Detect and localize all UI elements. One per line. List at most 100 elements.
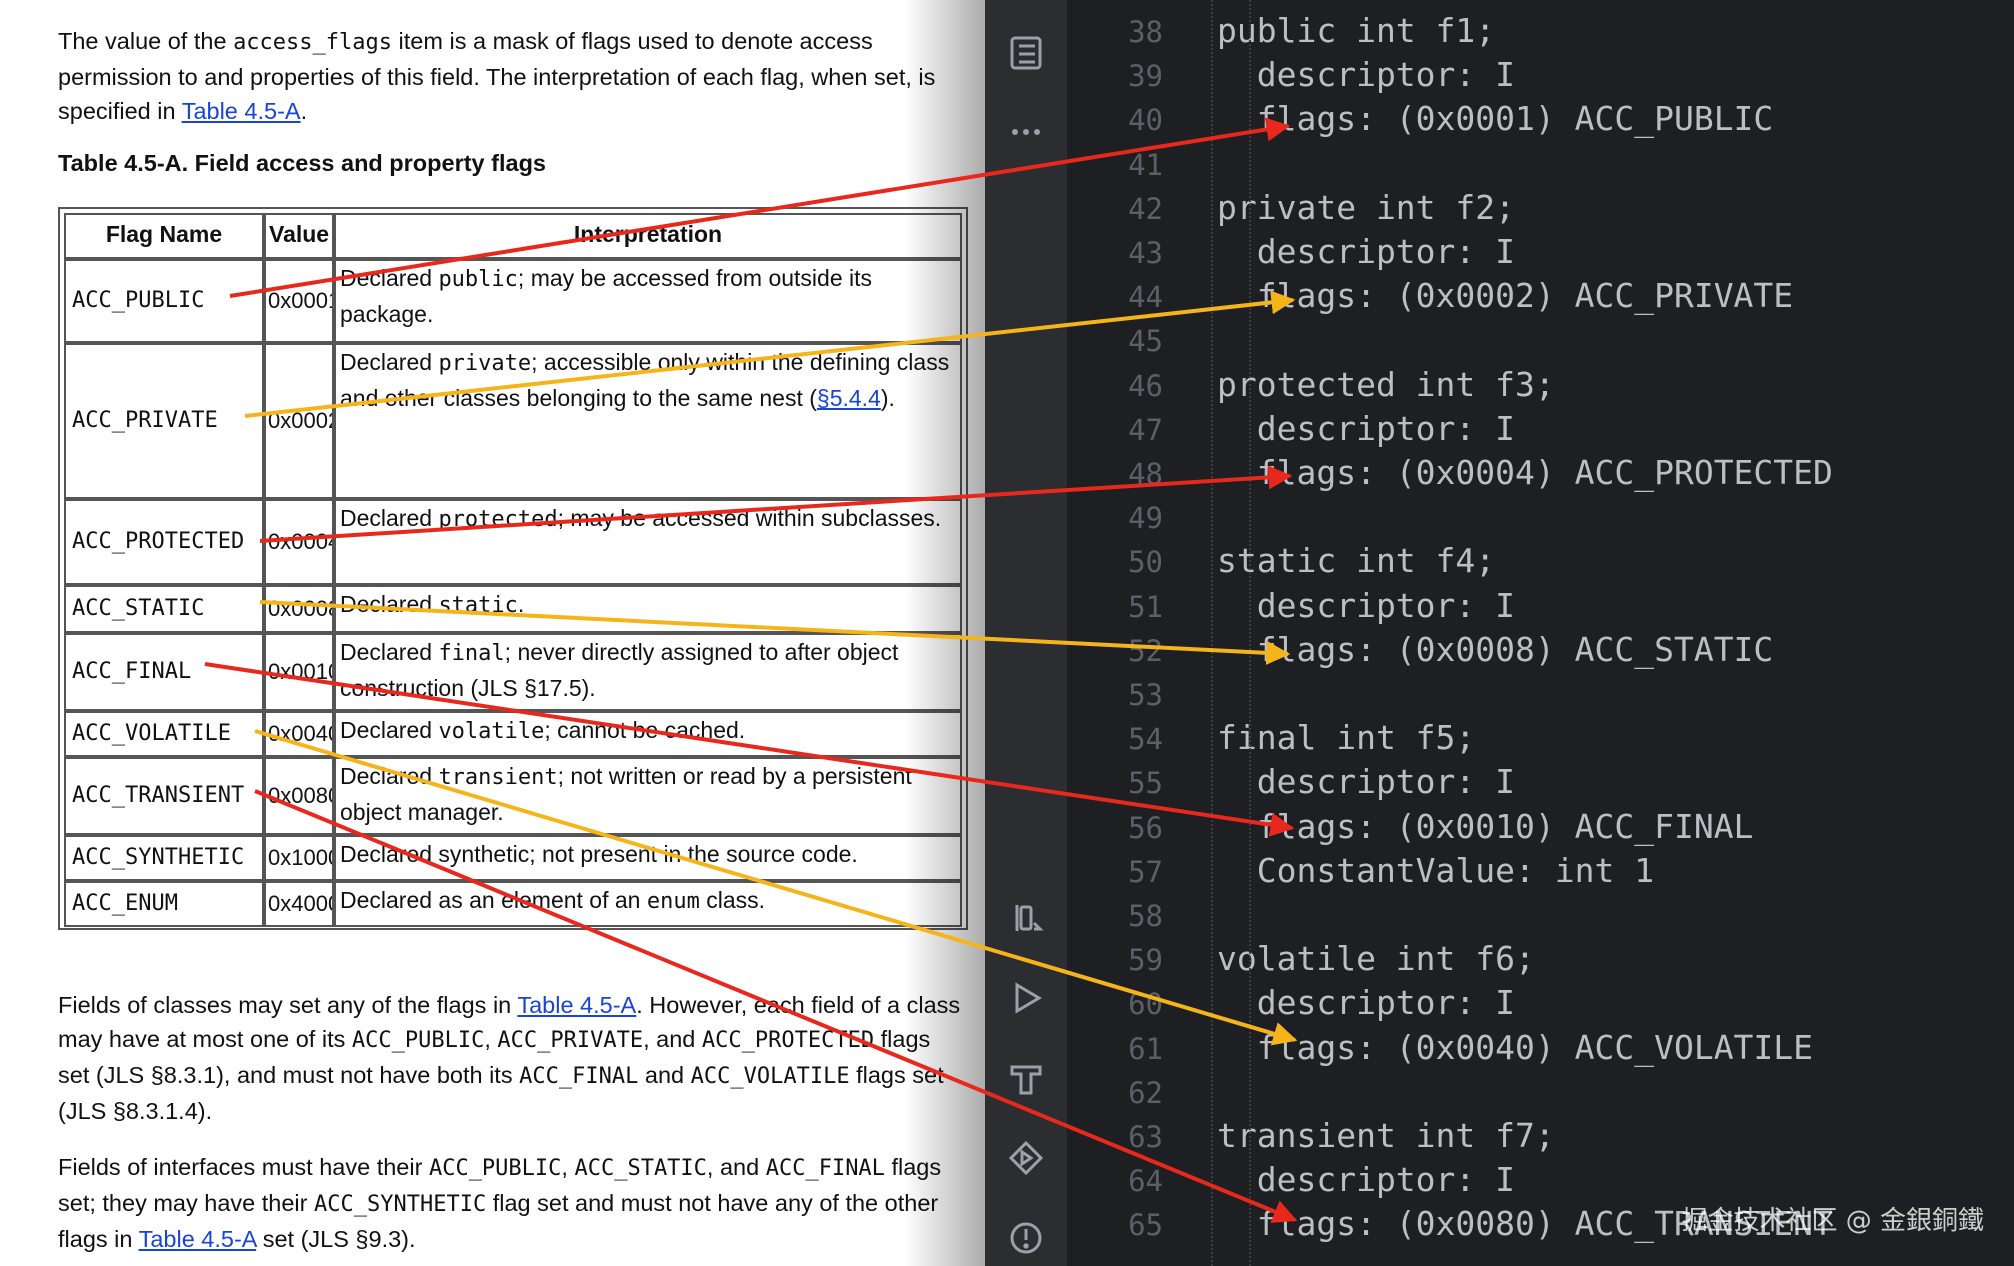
code: ACC_SYNTHETIC — [314, 1192, 487, 1217]
intro-text: The value of the — [58, 28, 234, 54]
table-header-cell: Interpretation — [334, 213, 962, 259]
flags-table: Flag Name Value Interpretation ACC_PUBLIC 0x… — [58, 207, 968, 930]
code-line[interactable]: volatile int f6; — [1217, 939, 1535, 978]
interpretation-text: volatile — [438, 719, 545, 744]
table-link[interactable]: Table 4.5-A — [517, 992, 636, 1018]
line-number: 64 — [1128, 1164, 1163, 1199]
code: ACC_PRIVATE — [497, 1028, 644, 1053]
line-number: 42 — [1128, 191, 1163, 226]
line-number: 38 — [1128, 15, 1163, 49]
code: ACC_FINAL — [519, 1064, 639, 1089]
interpretation-text: Declared — [340, 265, 439, 291]
interpretation-text: enum — [646, 889, 700, 914]
interpretation-text: ). — [880, 385, 895, 411]
code-line[interactable]: flags: (0x0002) ACC_PRIVATE — [1217, 276, 1793, 315]
flag-name-cell: ACC_PROTECTED — [64, 499, 264, 585]
code-line[interactable]: private int f2; — [1217, 188, 1515, 227]
flag-value-cell: 0x0004 — [264, 499, 334, 585]
line-number: 47 — [1128, 412, 1163, 447]
spec-document: The value of the access_flags item is a … — [0, 0, 985, 1266]
interpretation-text: Declared — [340, 717, 439, 743]
interpretation-cell: Declared static. — [334, 585, 962, 633]
line-number: 61 — [1128, 1031, 1163, 1066]
interpretation-text: . — [517, 591, 525, 617]
text: , — [561, 1154, 575, 1180]
line-number: 53 — [1128, 678, 1163, 712]
flag-value-cell: 0x0002 — [264, 343, 334, 499]
code-line[interactable]: flags: (0x0040) ACC_VOLATILE — [1217, 1028, 1813, 1067]
intro-text: . — [300, 98, 308, 124]
code: ACC_PROTECTED — [701, 1028, 875, 1053]
code-line[interactable]: flags: (0x0010) ACC_FINAL — [1217, 807, 1754, 846]
indent-guide — [1249, 0, 1251, 1266]
interpretation-cell: Declared public; may be accessed from ou… — [334, 259, 962, 343]
code-line[interactable]: descriptor: I — [1217, 586, 1515, 625]
interpretation-text: ; may be accessed within subclasses. — [557, 505, 942, 531]
flag-name-cell: ACC_SYNTHETIC — [64, 835, 264, 881]
code-line[interactable]: descriptor: I — [1217, 232, 1515, 271]
code-line[interactable]: descriptor: I — [1217, 762, 1515, 801]
interpretation-text: static — [438, 593, 518, 618]
interpretation-text: Declared — [340, 591, 439, 617]
flag-name-cell: ACC_VOLATILE — [64, 711, 264, 757]
interpretation-text: Declared — [340, 763, 439, 789]
line-number: 55 — [1128, 766, 1163, 801]
interpretation-cell: Declared final; never directly assigned … — [334, 633, 962, 711]
code-line[interactable]: descriptor: I — [1217, 409, 1515, 448]
terminal-icon[interactable] — [1003, 895, 1049, 941]
code-line[interactable]: flags: (0x0008) ACC_STATIC — [1217, 630, 1774, 669]
interpretation-text: ; cannot be cached. — [544, 717, 746, 743]
interpretation-cell: Declared as an element of an enum class. — [334, 881, 962, 927]
code-line[interactable]: transient int f7; — [1217, 1116, 1555, 1155]
flag-name-cell: ACC_FINAL — [64, 633, 264, 711]
line-number: 50 — [1128, 545, 1163, 580]
structure-icon[interactable] — [1003, 30, 1049, 76]
table-link[interactable]: Table 4.5-A — [182, 98, 301, 124]
code-line[interactable]: final int f5; — [1217, 718, 1475, 757]
code-line[interactable]: ConstantValue: int 1 — [1217, 851, 1654, 890]
text: Fields of interfaces must have their — [58, 1154, 429, 1180]
code-line[interactable]: static int f4; — [1217, 541, 1495, 580]
code-line[interactable]: descriptor: I — [1217, 55, 1515, 94]
code: ACC_PUBLIC — [351, 1028, 485, 1053]
interpretation-cell: Declared transient; not written or read … — [334, 757, 962, 835]
code-line[interactable]: descriptor: I — [1217, 1160, 1515, 1199]
problems-icon[interactable] — [1003, 1215, 1049, 1261]
line-number: 54 — [1128, 722, 1163, 757]
watermark: 掘金技术社区 @ 金銀銅鐵 — [1681, 1206, 1984, 1236]
interpretation-text: Declared — [340, 505, 439, 531]
flag-name-cell: ACC_PRIVATE — [64, 343, 264, 499]
interpretation-text: public — [438, 267, 518, 292]
line-number: 39 — [1128, 59, 1163, 94]
code-line[interactable]: flags: (0x0001) ACC_PUBLIC — [1217, 99, 1774, 138]
services-icon[interactable] — [1003, 1135, 1049, 1181]
run-icon[interactable] — [1003, 975, 1049, 1021]
interpretation-text: protected — [438, 507, 558, 532]
code-area[interactable]: public int f1; descriptor: I flags: (0x0… — [1211, 0, 2014, 1266]
flag-value-cell: 0x0001 — [264, 259, 334, 343]
line-number: 48 — [1128, 457, 1163, 491]
line-number: 56 — [1128, 810, 1163, 845]
build-icon[interactable] — [1003, 1055, 1049, 1101]
text: set (JLS §9.3). — [256, 1226, 416, 1252]
text: and — [638, 1062, 691, 1088]
table-title: Table 4.5-A. Field access and property f… — [58, 150, 547, 176]
code: ACC_STATIC — [574, 1156, 707, 1181]
code-line[interactable]: flags: (0x0004) ACC_PROTECTED — [1217, 453, 1833, 492]
more-icon[interactable] — [1003, 108, 1049, 154]
text: , and — [643, 1026, 702, 1052]
interpretation-text: Declared — [340, 639, 439, 665]
flag-value-cell: 0x4000 — [264, 881, 334, 927]
code: ACC_VOLATILE — [690, 1064, 850, 1089]
code-line[interactable]: protected int f3; — [1217, 365, 1555, 404]
code-line[interactable]: public int f1; — [1217, 11, 1495, 50]
interpretation-text: transient — [438, 765, 558, 790]
section-link[interactable]: §5.4.4 — [817, 385, 881, 411]
code: ACC_PUBLIC — [428, 1156, 562, 1181]
line-number: 57 — [1128, 854, 1163, 889]
code-line[interactable]: descriptor: I — [1217, 983, 1515, 1022]
line-number: 49 — [1128, 501, 1163, 536]
intro-paragraph: The value of the access_flags item is a … — [58, 24, 968, 128]
table-link[interactable]: Table 4.5-A — [139, 1226, 257, 1252]
indent-guide — [1211, 0, 1213, 1266]
